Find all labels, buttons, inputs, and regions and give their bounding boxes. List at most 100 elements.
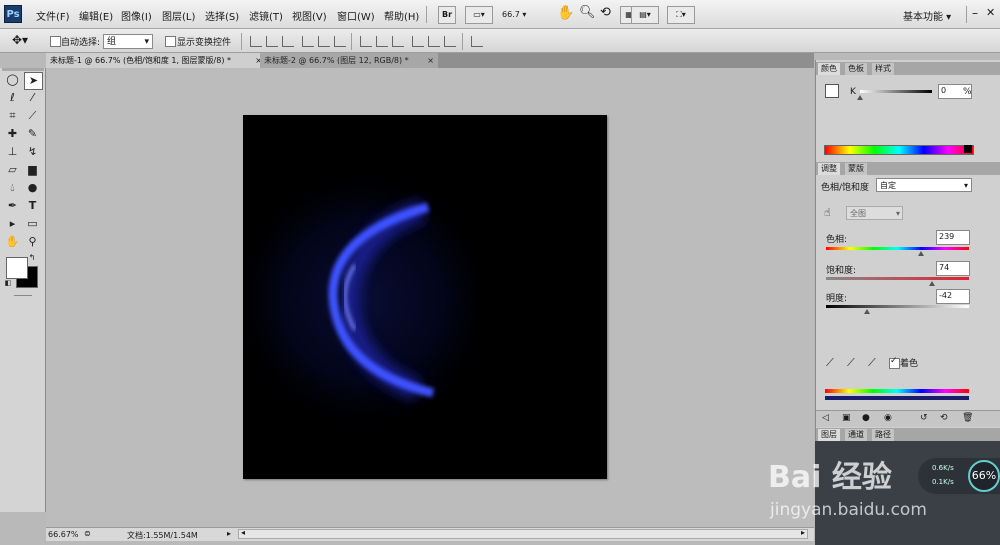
expand-view-icon[interactable]: ▣ xyxy=(842,413,851,423)
distribute-bottom-icon[interactable] xyxy=(392,36,404,47)
colorize-checkbox[interactable]: ✓ xyxy=(889,356,900,369)
horizontal-scrollbar[interactable]: ◂ ▸ xyxy=(238,528,808,539)
menu-help[interactable]: 帮助(H) xyxy=(384,8,419,23)
tab-channels[interactable]: 通道 xyxy=(845,429,867,441)
scroll-right-icon[interactable]: ▸ xyxy=(801,528,805,537)
saturation-slider-thumb[interactable] xyxy=(928,281,935,286)
eyedropper-icon[interactable]: ⟋ xyxy=(826,356,834,370)
k-slider[interactable] xyxy=(860,90,932,93)
hue-slider[interactable] xyxy=(826,247,969,250)
shape-tool-icon[interactable]: ▭ xyxy=(24,216,41,232)
status-preview-icon[interactable]: ⊜ xyxy=(84,529,91,538)
hue-input[interactable]: 239 xyxy=(936,230,970,245)
delete-adjustment-icon[interactable]: 🗑︎ xyxy=(962,413,973,423)
rotate-view-icon[interactable]: ⟲ xyxy=(600,5,611,20)
tab-paths[interactable]: 路径 xyxy=(872,429,894,441)
path-selection-icon[interactable]: ▸ xyxy=(4,216,21,232)
lightness-slider-thumb[interactable] xyxy=(864,309,871,314)
eyedropper-tool-icon[interactable]: ⟋ xyxy=(24,108,41,124)
eyedropper-subtract-icon[interactable]: ⟋ xyxy=(868,356,876,370)
hand-tool-icon[interactable]: ✋ xyxy=(557,5,574,21)
distribute-left-icon[interactable] xyxy=(412,36,424,47)
tab-styles[interactable]: 样式 xyxy=(872,63,894,75)
gradient-tool-icon[interactable]: ▆ xyxy=(24,162,41,178)
on-image-adjust-icon[interactable]: ☝ xyxy=(824,206,831,219)
lightness-slider[interactable] xyxy=(826,305,969,308)
tab-document-2[interactable]: 未标题-2 @ 66.7% (图层 12, RGB/8) * × xyxy=(260,53,438,68)
document-canvas[interactable] xyxy=(243,115,607,479)
foreground-color-swatch[interactable] xyxy=(6,257,28,279)
auto-select-checkbox[interactable] xyxy=(50,36,61,47)
minimize-icon[interactable]: – xyxy=(972,6,978,20)
arrange-documents-icon[interactable]: ▤▾ xyxy=(631,6,659,24)
dodge-tool-icon[interactable]: ● xyxy=(24,180,41,196)
reset-icon[interactable]: ⟲ xyxy=(940,413,948,423)
blur-tool-icon[interactable]: 💧︎ xyxy=(4,180,21,196)
pen-tool-icon[interactable]: ✒ xyxy=(4,198,21,214)
auto-align-icon[interactable] xyxy=(471,36,483,47)
auto-select-dropdown[interactable]: 组 ▾ xyxy=(103,34,153,49)
brush-tool-icon[interactable]: ✎ xyxy=(24,126,41,142)
workspace-switcher[interactable]: 基本功能 ▾ xyxy=(903,8,951,23)
back-icon[interactable]: ◁ xyxy=(822,413,829,423)
screen-mode-icon[interactable]: ⛶▾ xyxy=(667,6,695,24)
quick-mask-icon[interactable] xyxy=(14,295,32,296)
lightness-input[interactable]: -42 xyxy=(936,289,970,304)
k-slider-thumb[interactable] xyxy=(857,95,863,100)
distribute-hcenter-icon[interactable] xyxy=(428,36,440,47)
distribute-vcenter-icon[interactable] xyxy=(376,36,388,47)
eyedropper-add-icon[interactable]: ⟋ xyxy=(847,356,855,370)
swap-colors-icon[interactable]: ↰ xyxy=(27,253,37,263)
toolbox-grip[interactable] xyxy=(2,68,44,71)
status-menu-arrow-icon[interactable]: ▸ xyxy=(227,529,231,538)
menu-view[interactable]: 视图(V) xyxy=(292,8,327,23)
history-brush-icon[interactable]: ↯ xyxy=(24,144,41,160)
menu-filter[interactable]: 滤镜(T) xyxy=(249,8,283,23)
bridge-button[interactable]: Br xyxy=(438,6,456,24)
zoom-tool-icon[interactable]: ⚲ xyxy=(24,234,41,250)
clone-stamp-icon[interactable]: ⊥ xyxy=(4,144,21,160)
magic-wand-icon[interactable]: ⁄ xyxy=(24,90,41,106)
clip-layer-icon[interactable]: ● xyxy=(862,413,870,423)
move-tool-preset-icon[interactable]: ✥▾ xyxy=(12,33,28,47)
default-colors-icon[interactable]: ◧ xyxy=(4,279,12,287)
menu-window[interactable]: 窗口(W) xyxy=(337,8,375,23)
show-transform-checkbox[interactable] xyxy=(165,36,176,47)
type-tool-icon[interactable]: T xyxy=(24,198,41,214)
tab-layers[interactable]: 图层 xyxy=(818,429,840,441)
move-tool-icon[interactable]: ➤ xyxy=(24,72,43,90)
distribute-right-icon[interactable] xyxy=(444,36,456,47)
close-app-icon[interactable]: ✕ xyxy=(986,6,995,19)
menu-layer[interactable]: 图层(L) xyxy=(162,8,195,23)
align-bottom-icon[interactable] xyxy=(282,36,294,47)
tab-swatches[interactable]: 色板 xyxy=(845,63,867,75)
spectrum-black-swatch[interactable] xyxy=(964,145,972,153)
close-icon[interactable]: × xyxy=(427,53,434,68)
saturation-input[interactable]: 74 xyxy=(936,261,970,276)
saturation-slider[interactable] xyxy=(826,277,969,280)
menu-image[interactable]: 图像(I) xyxy=(121,8,152,23)
view-extras-button[interactable]: ▭▾ xyxy=(465,6,493,24)
marquee-tool-icon[interactable]: ◯ xyxy=(4,72,21,88)
align-hcenter-icon[interactable] xyxy=(318,36,330,47)
zoom-select[interactable]: 66.7 ▾ xyxy=(502,7,542,22)
menu-select[interactable]: 选择(S) xyxy=(205,8,239,23)
align-vcenter-icon[interactable] xyxy=(266,36,278,47)
align-right-icon[interactable] xyxy=(334,36,346,47)
channel-dropdown[interactable]: 全图 ▾ xyxy=(846,206,903,220)
panel-foreground-swatch[interactable] xyxy=(825,84,839,98)
visibility-icon[interactable]: ◉ xyxy=(884,413,892,423)
color-spectrum-bar[interactable] xyxy=(824,145,974,155)
eraser-tool-icon[interactable]: ▱ xyxy=(4,162,21,178)
view-previous-icon[interactable]: ↺ xyxy=(920,413,928,423)
hand-tool-icon[interactable]: ✋ xyxy=(4,234,21,250)
scroll-left-icon[interactable]: ◂ xyxy=(241,528,245,537)
hue-slider-thumb[interactable] xyxy=(917,251,924,256)
align-top-icon[interactable] xyxy=(250,36,262,47)
status-zoom[interactable]: 66.67% xyxy=(48,530,79,539)
tab-masks[interactable]: 蒙版 xyxy=(845,163,867,175)
healing-brush-icon[interactable]: ✚ xyxy=(4,126,21,142)
align-left-icon[interactable] xyxy=(302,36,314,47)
tab-adjustments[interactable]: 调整 xyxy=(818,163,840,175)
tab-color[interactable]: 颜色 xyxy=(818,63,840,75)
